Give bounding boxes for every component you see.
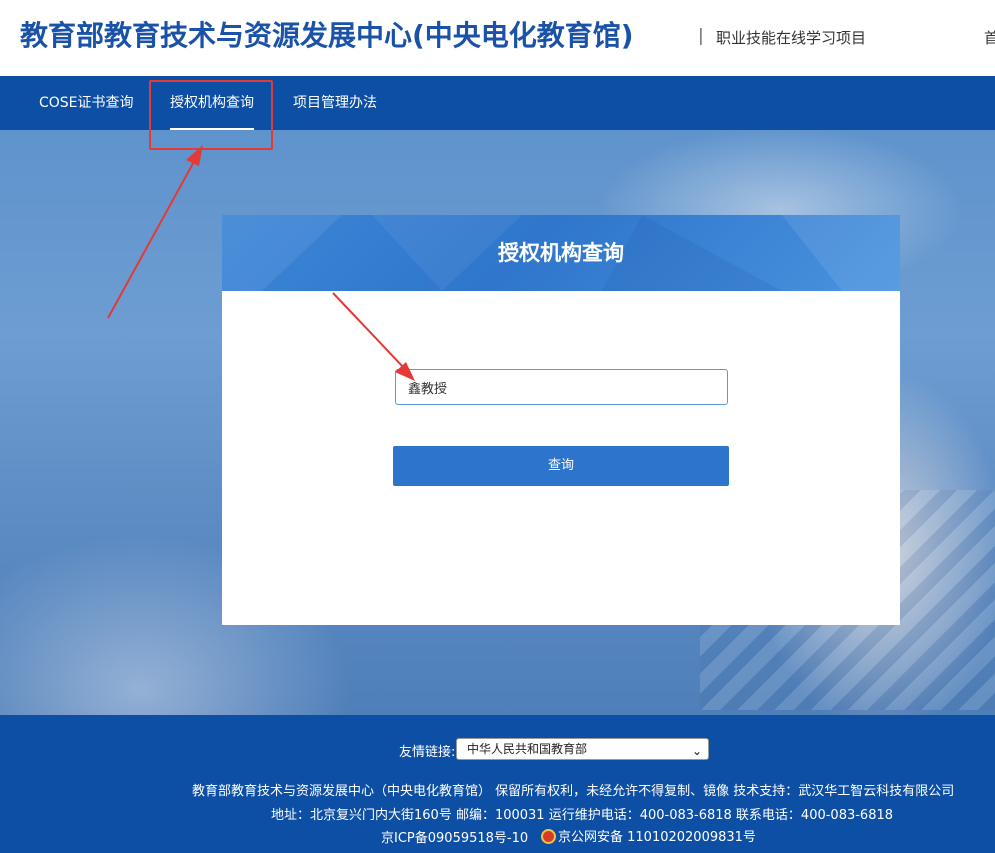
site-header: 教育部教育技术与资源发展中心(中央电化教育馆) | 职业技能在线学习项目 首页: [0, 0, 995, 76]
home-link[interactable]: 首页: [984, 27, 995, 48]
query-panel: 授权机构查询: [222, 215, 900, 625]
annotation-highlight-box: [149, 80, 273, 150]
query-button[interactable]: 查询: [393, 446, 729, 486]
panel-header: 授权机构查询: [222, 215, 900, 291]
nav-project-management-rules[interactable]: 项目管理办法: [293, 76, 377, 130]
site-title[interactable]: 教育部教育技术与资源发展中心(中央电化教育馆): [20, 14, 634, 54]
site-footer: 友情链接: 中华人民共和国教育部 ⌄ 教育部教育技术与资源发展中心（中央电化教育…: [0, 715, 995, 853]
site-subtitle: 职业技能在线学习项目: [716, 29, 867, 47]
footer-police-text: 京公网安备 11010202009831号: [558, 830, 756, 845]
friend-links-label: 友情链接:: [399, 745, 456, 760]
chevron-down-icon: ⌄: [691, 744, 702, 758]
police-badge-icon: [541, 829, 556, 844]
institution-search-input[interactable]: [395, 369, 728, 405]
footer-icp[interactable]: 京ICP备09059518号-10: [381, 827, 528, 846]
footer-copyright: 教育部教育技术与资源发展中心（中央电化教育馆） 保留所有权利，未经允许不得复制、…: [192, 784, 955, 799]
nav-cose-certificate-query[interactable]: COSE证书查询: [39, 76, 134, 130]
panel-title: 授权机构查询: [498, 241, 624, 265]
footer-police-record[interactable]: 京公网安备 11010202009831号: [541, 826, 756, 845]
footer-address: 地址：北京复兴门内大街160号 邮编：100031 运行维护电话：400-083…: [271, 808, 894, 823]
friend-links-selected: 中华人民共和国教育部: [467, 742, 588, 756]
title-separator: |: [698, 26, 704, 46]
friend-links-select[interactable]: 中华人民共和国教育部 ⌄: [456, 738, 709, 760]
